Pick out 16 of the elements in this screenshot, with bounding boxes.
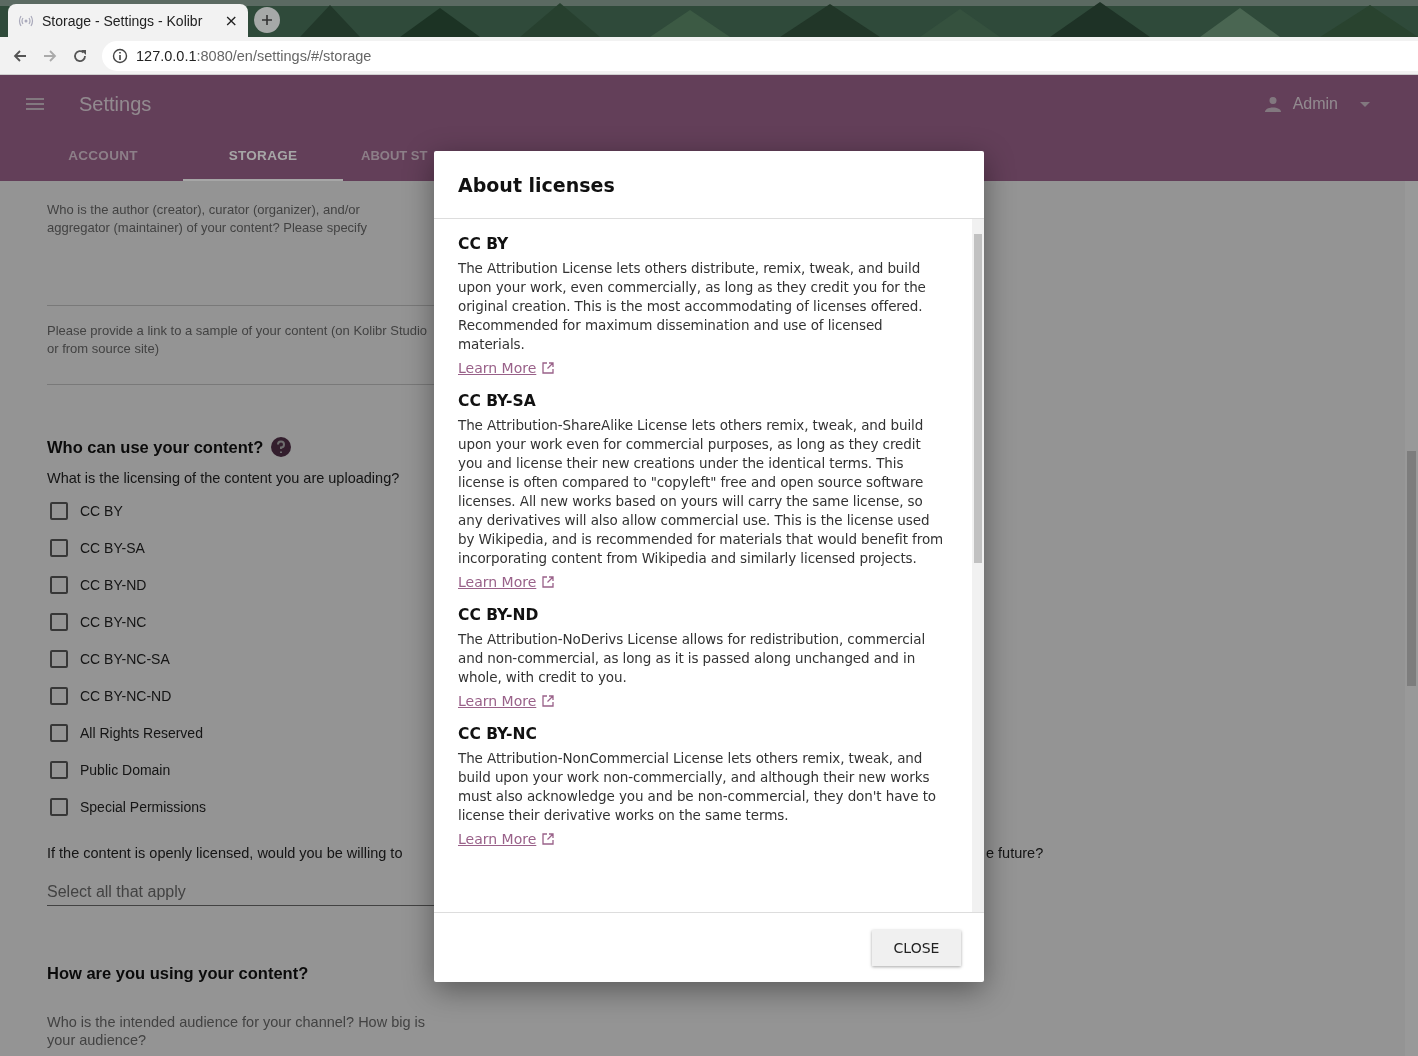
question-text: e future? <box>986 845 1044 861</box>
section-heading: Who can use your content? <box>47 437 264 457</box>
license-name: CC BY-SA <box>458 392 537 410</box>
license-name: CC BY-ND <box>458 606 540 624</box>
page-title: Settings <box>79 92 152 116</box>
section-heading: How are you using your content? <box>47 964 309 983</box>
license-description: The Attribution-ShareAlike License lets others remix, tweak, and build upon your work even for commercial purposes, as long as they credit you and license their new creations under the identical terms. This license is often compared to "copyleft" free and open source software licenses. All new works based on yours will carry the same license, so any derivatives will also allow commercial use. This is the license used by Wikipedia, and is recommended for materials that would benefit from incorporating content from Wikipedia and similarly licensed projects. <box>458 416 945 568</box>
tab-title: Storage - Settings - Kolibr <box>42 12 204 29</box>
license-description: The Attribution-NoDerivs License allows for redistribution, commercial and non-commercial, as long as it is passed along unchanged and in whole, with credit to you. <box>458 630 927 687</box>
license-description: The Attribution License lets others distribute, remix, tweak, and build upon your work, even commercially, as long as they credit you for the original creation. This is the most accommodating of licenses offered. Recommended for maximum dissemination and use of licensed materials. <box>458 259 927 354</box>
license-description: The Attribution-NonCommercial License lets others remix, tweak, and build upon your work non-commercially, and although their new works must also acknowledge you and be non-commercial, they don't have to license their derivative works on the same terms. <box>458 749 937 825</box>
question-text: If the content is openly licensed, would you be willing to <box>47 845 403 861</box>
license-name: CC BY-NC <box>458 725 538 743</box>
dialog-title: About licenses <box>458 173 615 196</box>
question-text: What is the licensing of the content you are uploading? <box>47 470 400 486</box>
license-name: CC BY <box>458 235 510 253</box>
